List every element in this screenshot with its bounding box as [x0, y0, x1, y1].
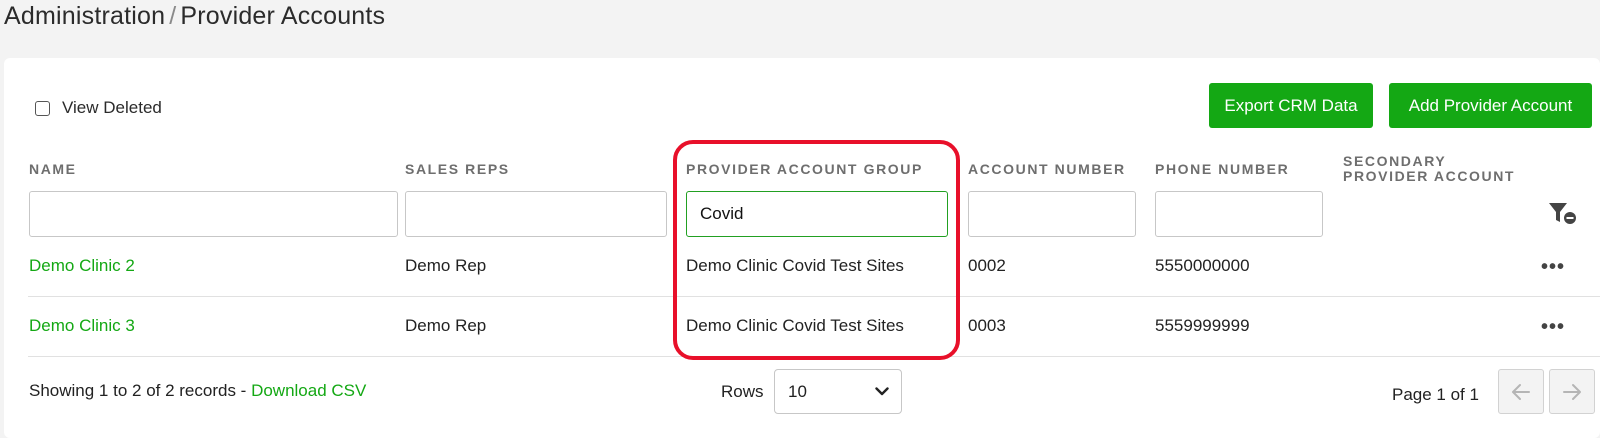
phone-number-filter-input[interactable]	[1155, 191, 1323, 237]
row-2-more-actions-icon[interactable]: •••	[1541, 317, 1565, 337]
row-2-name-link[interactable]: Demo Clinic 3	[29, 316, 135, 336]
add-provider-account-button[interactable]: Add Provider Account	[1389, 83, 1592, 128]
page-indicator: Page 1 of 1	[1392, 385, 1479, 404]
view-deleted-toggle[interactable]: View Deleted	[35, 98, 162, 118]
provider-account-group-filter-input[interactable]	[686, 191, 948, 237]
column-header-provider-account-group[interactable]: PROVIDER ACCOUNT GROUP	[686, 162, 923, 177]
column-header-secondary-line1: SECONDARY	[1343, 153, 1447, 169]
chevron-down-icon	[875, 387, 889, 396]
row-divider	[28, 356, 1600, 357]
column-header-account-number[interactable]: ACCOUNT NUMBER	[968, 162, 1126, 177]
row-1-group: Demo Clinic Covid Test Sites	[686, 256, 904, 275]
column-header-phone-number[interactable]: PHONE NUMBER	[1155, 162, 1289, 177]
view-deleted-checkbox[interactable]	[35, 100, 50, 116]
rows-per-page-value: 10	[788, 381, 807, 401]
column-header-sales-reps[interactable]: SALES REPS	[405, 162, 510, 177]
sales-reps-filter-input[interactable]	[405, 191, 667, 237]
row-divider	[28, 296, 1600, 297]
name-filter-input[interactable]	[29, 191, 398, 237]
column-header-name[interactable]: NAME	[29, 162, 77, 177]
next-page-button[interactable]	[1549, 369, 1595, 414]
account-number-filter-input[interactable]	[968, 191, 1136, 237]
row-2-phone: 5559999999	[1155, 316, 1250, 335]
rows-per-page-select[interactable]: 10	[774, 369, 902, 414]
previous-page-button[interactable]	[1498, 369, 1544, 414]
breadcrumb: Administration / Provider Accounts	[4, 2, 385, 31]
records-summary: Showing 1 to 2 of 2 records - Download C…	[29, 381, 366, 401]
row-2-account-number: 0003	[968, 316, 1006, 335]
row-2-group: Demo Clinic Covid Test Sites	[686, 316, 904, 335]
records-count-text: Showing 1 to 2 of 2 records -	[29, 381, 252, 400]
arrow-left-icon	[1512, 383, 1530, 400]
breadcrumb-parent[interactable]: Administration	[4, 2, 165, 30]
row-1-phone: 5550000000	[1155, 256, 1250, 275]
page-title: Provider Accounts	[180, 2, 386, 30]
row-2-sales-rep: Demo Rep	[405, 316, 487, 335]
row-1-sales-rep: Demo Rep	[405, 256, 487, 275]
column-header-secondary-provider-account[interactable]: SECONDARY PROVIDER ACCOUNT	[1343, 154, 1515, 184]
row-1-more-actions-icon[interactable]: •••	[1541, 257, 1565, 277]
filter-remove-icon[interactable]	[1548, 201, 1578, 227]
download-csv-link[interactable]: Download CSV	[251, 381, 366, 400]
breadcrumb-separator: /	[169, 2, 177, 30]
row-1-account-number: 0002	[968, 256, 1006, 275]
provider-accounts-panel: View Deleted Export CRM Data Add Provide…	[4, 58, 1600, 438]
rows-label: Rows	[721, 382, 764, 401]
arrow-right-icon	[1563, 383, 1581, 400]
export-crm-data-button[interactable]: Export CRM Data	[1209, 83, 1373, 128]
column-header-secondary-line2: PROVIDER ACCOUNT	[1343, 168, 1516, 184]
view-deleted-label: View Deleted	[62, 98, 162, 117]
row-1-name-link[interactable]: Demo Clinic 2	[29, 256, 135, 276]
